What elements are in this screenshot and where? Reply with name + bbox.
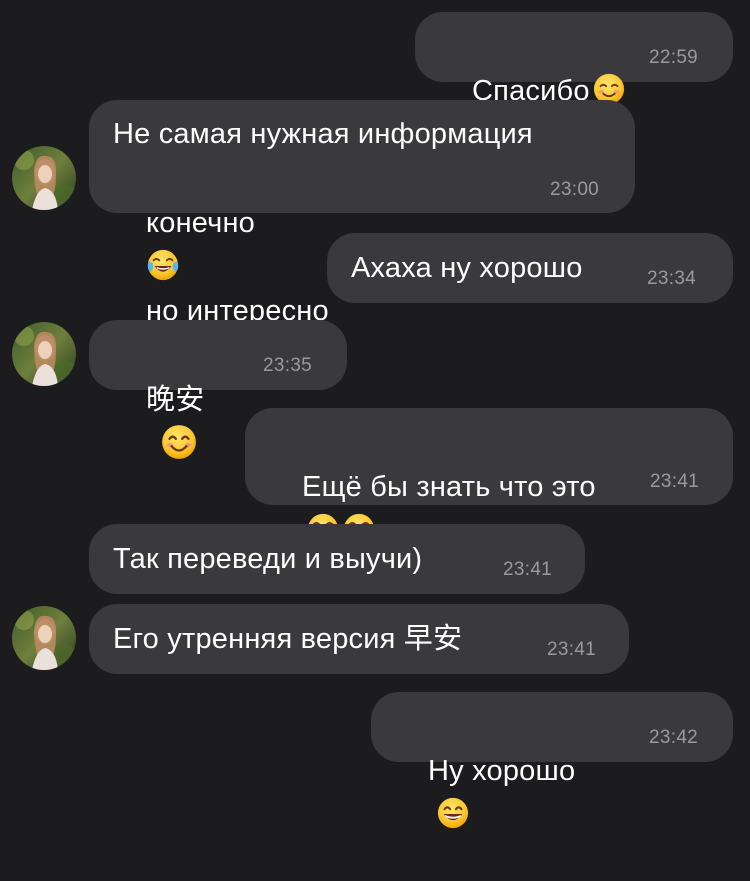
message-text: Ахаха ну хорошо — [351, 252, 583, 284]
contact-avatar[interactable] — [12, 322, 76, 386]
message-bubble-incoming[interactable]: Не самая нужная информация конечно но ин… — [89, 100, 635, 327]
message-timestamp: 23:34 — [647, 268, 697, 289]
avatar-photo — [12, 322, 76, 386]
message-text-line-1: Не самая нужная информация — [113, 118, 533, 150]
message-bubble-outgoing[interactable]: Ну хорошо 23:42 — [371, 692, 733, 829]
smiling-face-with-smiling-eyes-icon — [162, 425, 196, 459]
avatar-photo — [12, 146, 76, 210]
face-with-tears-of-joy-icon — [147, 249, 179, 281]
message-timestamp: 23:41 — [503, 559, 553, 580]
avatar-photo — [12, 606, 76, 670]
message-timestamp: 23:41 — [650, 471, 700, 492]
message-timestamp: 23:41 — [547, 639, 597, 660]
grinning-face-with-smiling-eyes-icon — [437, 797, 469, 829]
message-bubble-outgoing[interactable]: Ещё бы знать что это 23:41 — [245, 408, 733, 545]
message-text: Его утренняя версия 早安 — [113, 623, 463, 655]
message-text: Так переведи и выучи) — [113, 543, 423, 575]
message-bubble-incoming[interactable]: Так переведи и выучи) 23:41 — [89, 524, 585, 594]
message-bubble-outgoing[interactable]: Спасибо 22:59 — [415, 12, 733, 107]
message-bubble-incoming[interactable]: 晚安 23:35 — [89, 320, 347, 459]
message-bubble-incoming[interactable]: Его утренняя версия 早安 23:41 — [89, 604, 629, 674]
message-bubble-outgoing[interactable]: Ахаха ну хорошо 23:34 — [327, 233, 733, 303]
contact-avatar[interactable] — [12, 146, 76, 210]
message-timestamp: 23:35 — [263, 355, 313, 376]
contact-avatar[interactable] — [12, 606, 76, 670]
message-text: Ну хорошо — [395, 705, 575, 881]
message-text: 晚安 — [113, 333, 204, 510]
message-timestamp: 22:59 — [649, 47, 699, 68]
message-timestamp: 23:42 — [649, 727, 699, 748]
message-timestamp: 23:00 — [550, 179, 600, 200]
